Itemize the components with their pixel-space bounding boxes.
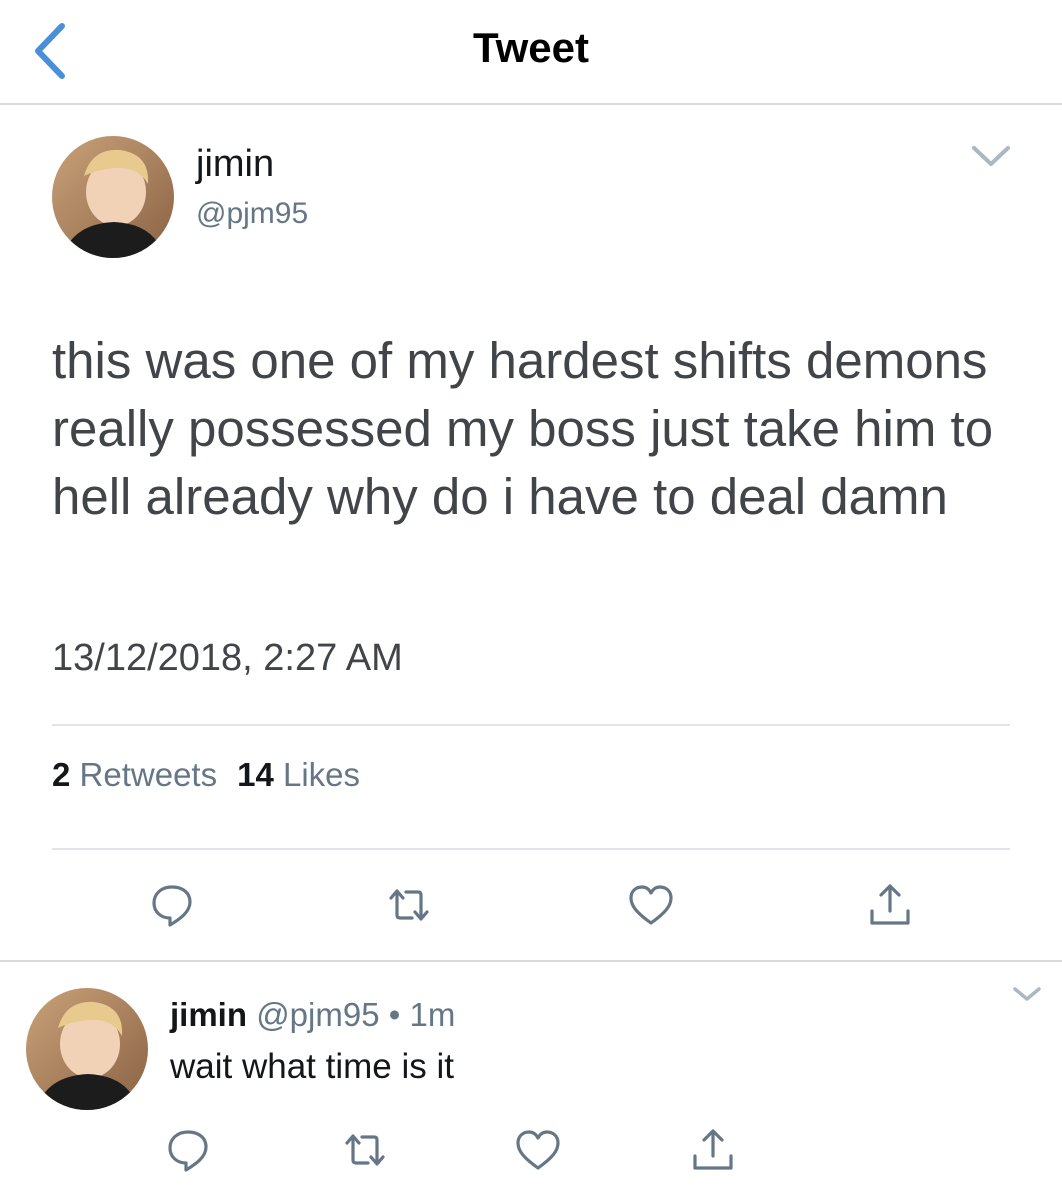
share-icon [693, 1129, 733, 1170]
share-button[interactable] [866, 881, 914, 929]
page-title: Tweet [473, 24, 589, 71]
retweet-button[interactable] [385, 881, 433, 929]
reply-author-name[interactable]: jimin [170, 996, 247, 1033]
reply-header: jimin @pjm95 • 1m [170, 996, 455, 1034]
reply-button[interactable] [148, 881, 196, 929]
like-icon [629, 885, 673, 925]
reply-author-handle[interactable]: @pjm95 [256, 996, 379, 1033]
tweet-text: this was one of my hardest shifts demons… [52, 332, 994, 525]
reply-icon [152, 885, 192, 927]
like-button[interactable] [627, 881, 675, 929]
reply-text: wait what time is it [170, 1047, 454, 1086]
reply-reply-button[interactable] [164, 1126, 212, 1174]
avatar[interactable] [52, 136, 174, 258]
avatar[interactable] [26, 988, 148, 1110]
reply-icon [168, 1130, 208, 1172]
retweet-icon [389, 889, 429, 921]
more-options-button[interactable] [968, 140, 1014, 170]
author-handle[interactable]: @pjm95 [196, 197, 308, 231]
retweets-label: Retweets [79, 756, 218, 793]
like-icon [516, 1130, 560, 1170]
reply-share-button[interactable] [689, 1126, 737, 1174]
retweets-count: 2 [52, 756, 71, 793]
divider [52, 724, 1010, 726]
retweet-icon [345, 1134, 385, 1166]
tweet-stats: 2 Retweets 14 Likes [52, 756, 360, 794]
meta-separator: • [388, 996, 401, 1033]
likes-count: 14 [237, 756, 274, 793]
divider [0, 960, 1062, 962]
tweet-timestamp: 13/12/2018, 2:27 AM [52, 637, 403, 679]
reply-like-button[interactable] [514, 1126, 562, 1174]
share-icon [870, 884, 910, 925]
reply-retweet-button[interactable] [341, 1126, 389, 1174]
reply-more-options-button[interactable] [1010, 983, 1044, 1005]
likes-stat[interactable]: 14 Likes [237, 756, 360, 793]
divider [52, 848, 1010, 850]
reply-time: 1m [409, 996, 456, 1033]
retweets-stat[interactable]: 2 Retweets [52, 756, 217, 793]
chevron-down-icon [1013, 987, 1041, 1001]
author-name[interactable]: jimin [196, 143, 274, 186]
chevron-down-icon [972, 146, 1010, 166]
likes-label: Likes [282, 756, 361, 793]
